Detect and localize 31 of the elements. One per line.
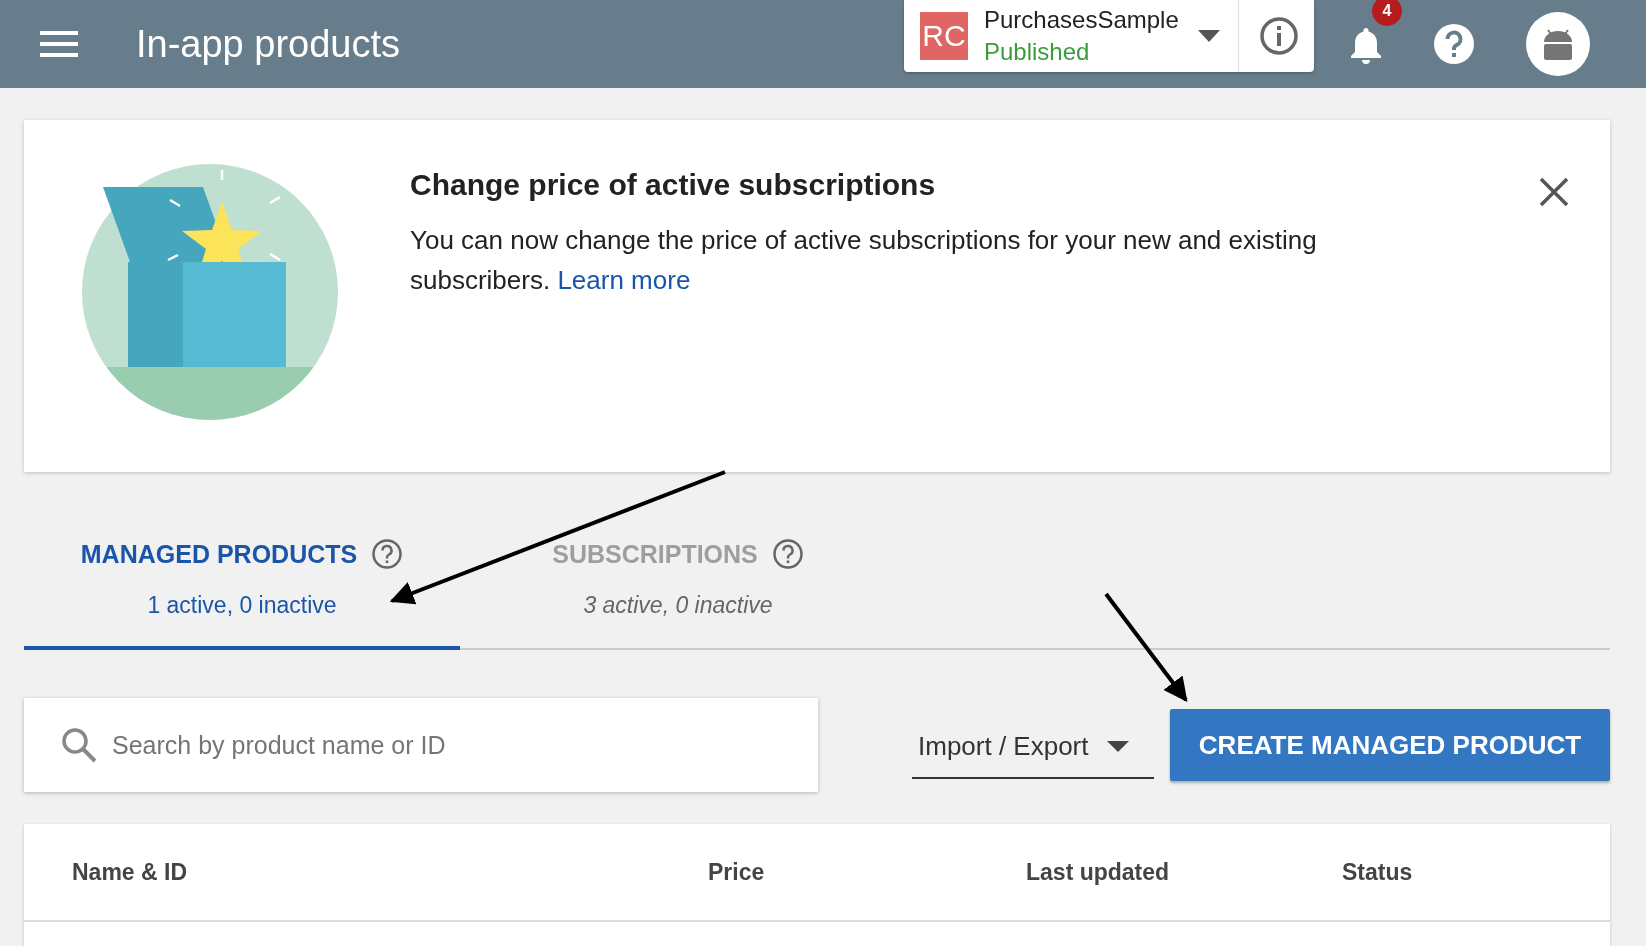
app-name: PurchasesSample: [984, 6, 1180, 34]
caret-icon[interactable]: [1198, 30, 1220, 42]
learn-more-link[interactable]: Learn more: [557, 265, 691, 295]
caret-icon: [1106, 741, 1129, 752]
help-icon[interactable]: [771, 538, 804, 570]
tab-label: MANAGED PRODUCTS: [80, 539, 358, 569]
search-field[interactable]: Search by product name or ID: [24, 698, 818, 792]
help-icon[interactable]: [1432, 22, 1476, 66]
avatar-icon[interactable]: [1526, 12, 1590, 76]
tab[interactable]: MANAGED PRODUCTS 1 active, 0 inactive: [24, 522, 460, 650]
info-icon[interactable]: [1259, 16, 1299, 56]
column-header: Last updated: [1026, 858, 1171, 886]
import-export-dropdown[interactable]: Import / Export: [912, 711, 1154, 779]
close-icon[interactable]: [1538, 176, 1570, 208]
page-title: In-app products: [136, 22, 402, 66]
column-header: Price: [708, 858, 766, 886]
menu-icon[interactable]: [40, 31, 78, 57]
create-product-button[interactable]: CREATE MANAGED PRODUCT: [1170, 709, 1610, 781]
help-icon[interactable]: [371, 538, 404, 570]
tab-summary: 1 active, 0 inactive: [147, 592, 337, 619]
tab-label: SUBSCRIPTIONS: [552, 539, 758, 569]
app-status: Published: [984, 38, 1091, 66]
tab[interactable]: SUBSCRIPTIONS 3 active, 0 inactive: [460, 522, 896, 650]
app-logo: RC: [920, 12, 968, 60]
search-icon: [60, 726, 98, 764]
notification-badge: 4: [1372, 0, 1402, 26]
announcement-text: You can now change the price of active subscriptions for your new and existing subscribers. Learn more: [410, 224, 1318, 297]
column-header: Status: [1342, 858, 1414, 886]
column-header: Name & ID: [72, 858, 189, 886]
tab-summary: 3 active, 0 inactive: [583, 592, 773, 619]
announcement-title: Change price of active subscriptions: [410, 168, 937, 202]
